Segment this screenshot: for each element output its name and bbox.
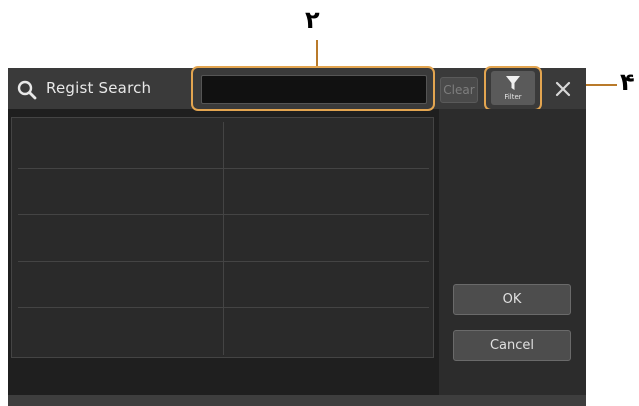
result-cell[interactable] bbox=[18, 261, 224, 309]
filter-label: Filter bbox=[504, 93, 522, 101]
search-input[interactable] bbox=[201, 75, 427, 104]
close-icon[interactable] bbox=[553, 79, 573, 99]
callout-number-search: ٢ bbox=[305, 6, 320, 34]
filter-button[interactable]: Filter bbox=[491, 71, 535, 105]
result-cell[interactable] bbox=[18, 122, 224, 169]
result-cell[interactable] bbox=[18, 308, 224, 355]
result-cell[interactable] bbox=[18, 215, 224, 262]
clear-button[interactable]: Clear bbox=[440, 77, 478, 103]
title-bar: Regist Search Clear Filter bbox=[8, 66, 586, 111]
result-cell[interactable] bbox=[223, 122, 429, 169]
result-cell[interactable] bbox=[18, 168, 224, 216]
bottom-bar bbox=[8, 395, 586, 406]
result-cell[interactable] bbox=[223, 169, 429, 216]
result-cell[interactable] bbox=[224, 308, 430, 355]
regist-search-window: Regist Search Clear Filter OK Cancel bbox=[8, 66, 586, 406]
results-list bbox=[18, 122, 429, 355]
filter-icon bbox=[506, 76, 520, 90]
results-panel bbox=[11, 117, 434, 358]
callout-leader-search bbox=[316, 40, 318, 66]
result-cell[interactable] bbox=[223, 262, 429, 309]
search-icon bbox=[17, 80, 37, 100]
window-title: Regist Search bbox=[46, 79, 152, 97]
callout-number-filter: ۴ bbox=[620, 68, 635, 96]
cancel-button[interactable]: Cancel bbox=[453, 330, 571, 361]
ok-button[interactable]: OK bbox=[453, 284, 571, 315]
result-cell[interactable] bbox=[223, 215, 429, 262]
